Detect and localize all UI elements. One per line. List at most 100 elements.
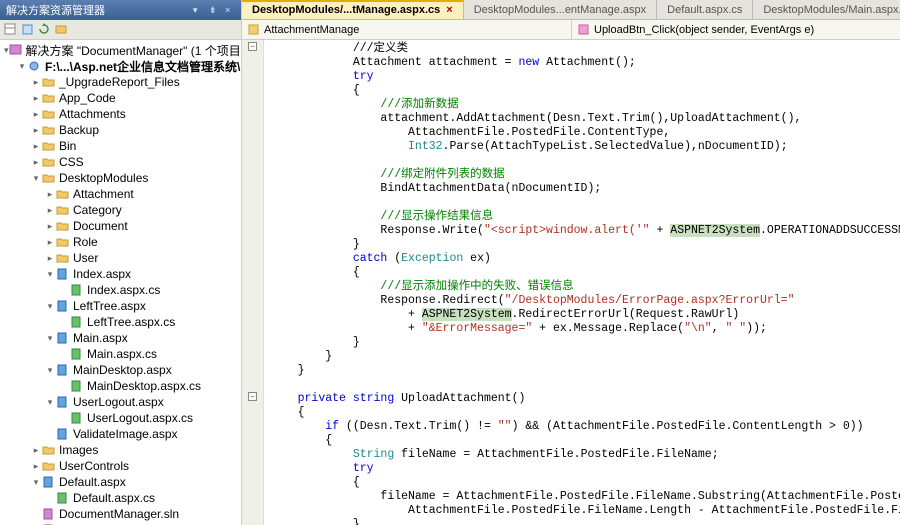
expand-icon[interactable]: ▸: [44, 205, 56, 216]
expand-icon[interactable]: ▾: [44, 365, 56, 376]
tree-item[interactable]: MainDesktop.aspx.cs: [0, 378, 241, 394]
showall-icon[interactable]: [21, 23, 35, 37]
expand-icon[interactable]: ▸: [30, 77, 42, 88]
tree-item-label: App_Code: [59, 91, 116, 105]
asp-icon: [56, 268, 70, 280]
tree-item[interactable]: ▸ Category: [0, 202, 241, 218]
tree-item[interactable]: LeftTree.aspx.cs: [0, 314, 241, 330]
tree-item-label: Role: [73, 235, 98, 249]
asp-icon: [56, 364, 70, 376]
tab-close-icon[interactable]: ×: [446, 4, 452, 16]
expand-icon[interactable]: ▾: [44, 301, 56, 312]
asp-icon: [56, 300, 70, 312]
expand-icon[interactable]: ▸: [30, 125, 42, 136]
tree-item[interactable]: ▾Default.aspx: [0, 474, 241, 490]
tree-item-label: Main.aspx: [73, 331, 128, 345]
nest-icon[interactable]: [55, 23, 69, 37]
csf-icon: [70, 316, 84, 328]
editor-area: DesktopModules/...tManage.aspx.cs × Deskt…: [242, 0, 900, 525]
fold-toggle[interactable]: −: [248, 42, 257, 51]
tree-item[interactable]: ▸Bin: [0, 138, 241, 154]
tree-item-label: User: [73, 251, 98, 265]
tree-item[interactable]: ▾ Main.aspx: [0, 330, 241, 346]
expand-icon[interactable]: ▾: [30, 477, 42, 488]
expand-icon[interactable]: ▸: [30, 93, 42, 104]
tree-item-label: Category: [73, 203, 122, 217]
tree-item[interactable]: Default.aspx.cs: [0, 490, 241, 506]
document-tab[interactable]: DesktopModules...entManage.aspx: [464, 0, 657, 19]
tree-item[interactable]: ▾LeftTree.aspx: [0, 298, 241, 314]
member-label: UploadBtn_Click(object sender, EventArgs…: [594, 24, 814, 36]
expand-icon[interactable]: ▸: [44, 253, 56, 264]
document-tab[interactable]: Default.aspx.cs: [657, 0, 753, 19]
fld-icon: [42, 108, 56, 120]
expand-icon[interactable]: ▸: [30, 141, 42, 152]
tree-item-label: Main.aspx.cs: [87, 347, 157, 361]
tree-item-label: ValidateImage.aspx: [73, 427, 178, 441]
document-tab[interactable]: DesktopModules/Main.aspx.cs: [753, 0, 900, 19]
properties-icon[interactable]: [4, 23, 18, 37]
tab-label: DesktopModules...entManage.aspx: [474, 4, 646, 16]
expand-icon[interactable]: ▸: [30, 461, 42, 472]
expand-icon[interactable]: ▾: [44, 269, 56, 280]
asp-icon: [56, 332, 70, 344]
tree-item[interactable]: ValidateImage.aspx: [0, 426, 241, 442]
csf-icon: [70, 412, 84, 424]
tree-item[interactable]: ▸ Role: [0, 234, 241, 250]
project-node[interactable]: ▾ F:\...\Asp.net企业信息文档管理系统\: [0, 58, 241, 74]
tree-item[interactable]: DocumentManager.sln: [0, 506, 241, 522]
fold-toggle[interactable]: −: [248, 392, 257, 401]
class-label: AttachmentManage: [264, 24, 359, 36]
tree-item[interactable]: ▸ Backup: [0, 122, 241, 138]
solution-node[interactable]: ▾ 解决方案 "DocumentManager" (1 个项目): [0, 42, 241, 58]
tree-item[interactable]: ▾MainDesktop.aspx: [0, 362, 241, 378]
pin-icon[interactable]: ▾: [193, 5, 203, 15]
tree-item[interactable]: ▸Document: [0, 218, 241, 234]
code-editor[interactable]: ///定义类 Attachment attachment = new Attac…: [264, 40, 900, 525]
refresh-icon[interactable]: [38, 23, 52, 37]
tree-item[interactable]: ▸Images: [0, 442, 241, 458]
class-dropdown[interactable]: AttachmentManage: [242, 20, 572, 39]
expand-icon[interactable]: ▾: [44, 397, 56, 408]
tree-item[interactable]: UserLogout.aspx.cs: [0, 410, 241, 426]
expand-icon[interactable]: ▸: [44, 237, 56, 248]
document-tab[interactable]: DesktopModules/...tManage.aspx.cs ×: [242, 0, 464, 19]
tree-item-label: UserControls: [59, 459, 129, 473]
fld-icon: [42, 156, 56, 168]
tree-item[interactable]: ▸ App_Code: [0, 90, 241, 106]
tree-item[interactable]: Main.aspx.cs: [0, 346, 241, 362]
tree-item[interactable]: ▸ Attachments: [0, 106, 241, 122]
tab-label: DesktopModules/Main.aspx.cs: [763, 4, 900, 16]
expand-icon[interactable]: ▸: [30, 445, 42, 456]
expand-icon[interactable]: ▸: [44, 221, 56, 232]
tree-item[interactable]: ▸_UpgradeReport_Files: [0, 74, 241, 90]
tree-item[interactable]: Index.aspx.cs: [0, 282, 241, 298]
solution-tree[interactable]: ▾ 解决方案 "DocumentManager" (1 个项目) ▾ F:\..…: [0, 40, 241, 525]
tree-item[interactable]: ▸Attachment: [0, 186, 241, 202]
tree-item-label: Attachments: [59, 107, 126, 121]
close-icon[interactable]: ×: [225, 5, 235, 15]
tree-item-label: Backup: [59, 123, 99, 137]
tree-item[interactable]: ▾UserLogout.aspx: [0, 394, 241, 410]
tree-item[interactable]: ▸ UserControls: [0, 458, 241, 474]
fld-icon: [56, 236, 70, 248]
tree-item-label: UserLogout.aspx.cs: [87, 411, 193, 425]
tree-item-label: Index.aspx.cs: [87, 283, 160, 297]
expand-icon[interactable]: ▸: [30, 157, 42, 168]
member-dropdown[interactable]: UploadBtn_Click(object sender, EventArgs…: [572, 20, 900, 39]
csf-icon: [56, 492, 70, 504]
tree-item[interactable]: ▸ User: [0, 250, 241, 266]
method-icon: [578, 24, 590, 36]
expand-icon[interactable]: ▾: [44, 333, 56, 344]
expand-icon[interactable]: ▸: [44, 189, 56, 200]
navigation-bar: AttachmentManage UploadBtn_Click(object …: [242, 20, 900, 40]
expand-icon[interactable]: ▸: [30, 109, 42, 120]
tree-item[interactable]: ▾Index.aspx: [0, 266, 241, 282]
expand-icon[interactable]: ▾: [30, 173, 42, 184]
solution-explorer-panel: 解决方案资源管理器 ▾ ⇟ × ▾ 解决方案 "DocumentManager"…: [0, 0, 242, 525]
panel-titlebar: 解决方案资源管理器 ▾ ⇟ ×: [0, 0, 241, 20]
tree-item[interactable]: ▾DesktopModules: [0, 170, 241, 186]
code-gutter[interactable]: − −: [242, 40, 264, 525]
tree-item[interactable]: ▸CSS: [0, 154, 241, 170]
autohide-icon[interactable]: ⇟: [209, 5, 219, 15]
